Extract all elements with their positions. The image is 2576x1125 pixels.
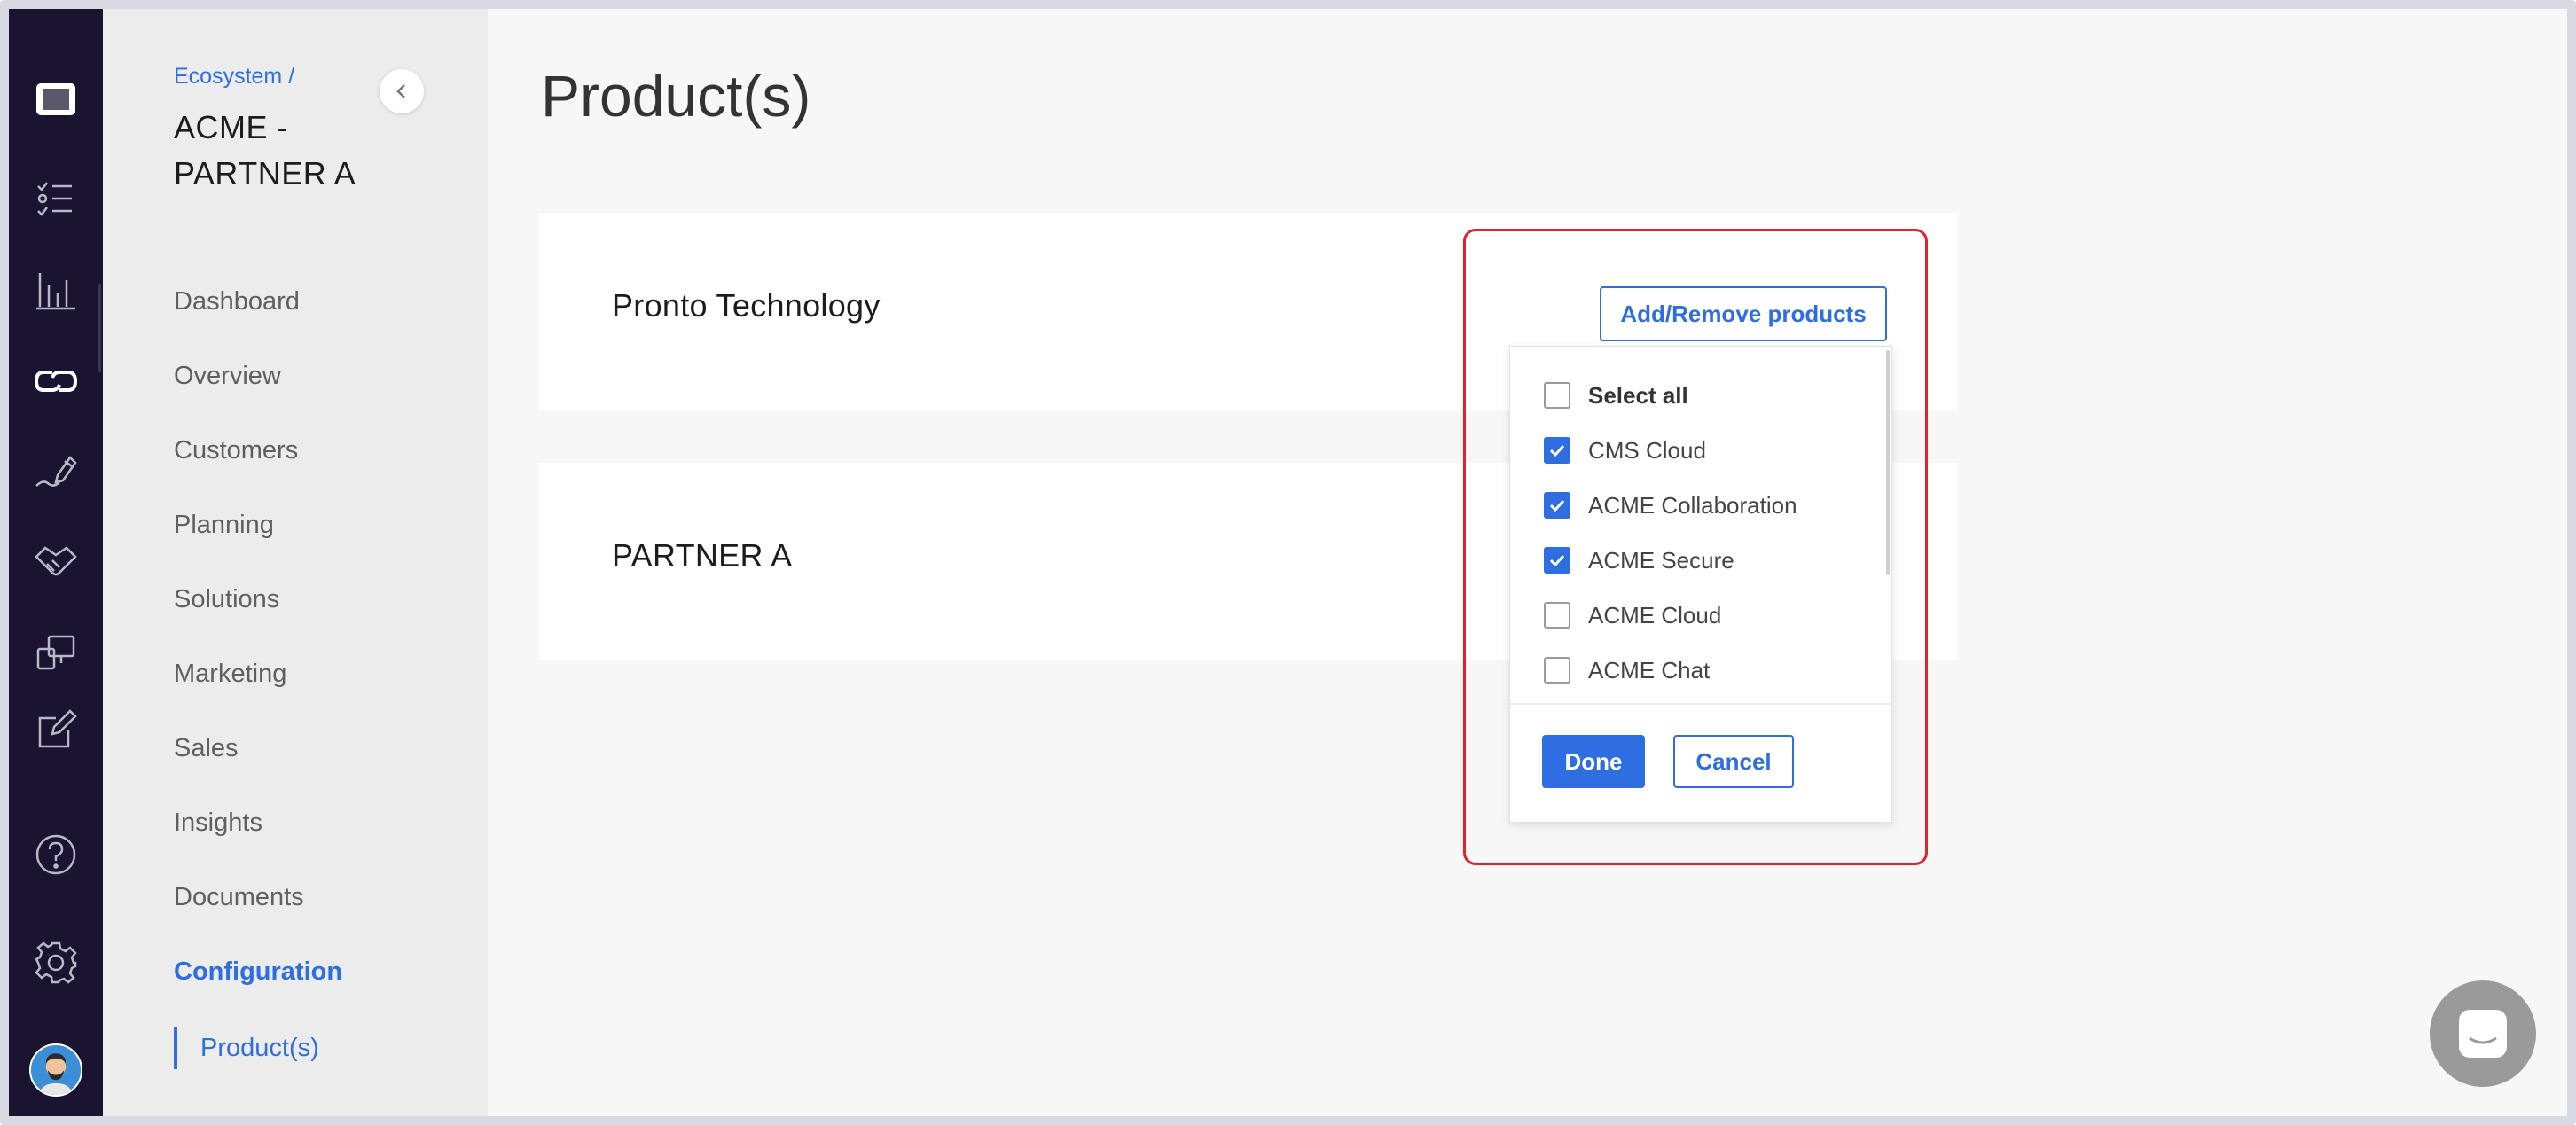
app-window: Ecosystem / ACME - PARTNER A Dashboard O… <box>0 0 2576 1125</box>
nav-item-dashboard[interactable]: Dashboard <box>174 282 342 356</box>
cancel-button[interactable]: Cancel <box>1673 735 1794 788</box>
section-nav: Dashboard Overview Customers Planning So… <box>174 282 342 1027</box>
nav-subitem-products[interactable]: Product(s) <box>174 1027 319 1069</box>
nav-item-overview[interactable]: Overview <box>174 356 342 431</box>
option-label: ACME Collaboration <box>1588 491 1797 519</box>
user-avatar[interactable] <box>29 1043 82 1097</box>
checkbox[interactable] <box>1544 602 1570 629</box>
add-remove-products-button[interactable]: Add/Remove products <box>1600 286 1887 341</box>
option-select-all[interactable]: Select all <box>1510 368 1891 423</box>
option-acme-chat[interactable]: ACME Chat <box>1510 643 1891 698</box>
chat-icon <box>2459 1010 2507 1058</box>
devices-icon[interactable] <box>31 628 81 677</box>
breadcrumb[interactable]: Ecosystem / <box>174 64 294 90</box>
dropdown-divider <box>1510 703 1891 705</box>
chevron-left-icon <box>396 84 405 98</box>
checkbox[interactable] <box>1544 382 1570 409</box>
section-sidebar: Ecosystem / ACME - PARTNER A Dashboard O… <box>103 9 488 1116</box>
ecosystem-icon[interactable] <box>31 356 81 406</box>
option-label: ACME Chat <box>1588 656 1711 684</box>
settings-icon[interactable] <box>31 938 81 988</box>
products-dropdown: Select all CMS Cloud ACME Collaboration … <box>1509 346 1892 823</box>
checkbox[interactable] <box>1544 657 1570 684</box>
chat-launcher-button[interactable] <box>2430 980 2536 1087</box>
help-icon[interactable] <box>31 830 81 879</box>
nav-item-insights[interactable]: Insights <box>174 803 342 878</box>
option-label: Select all <box>1588 381 1688 409</box>
checkmark-icon <box>1549 554 1565 567</box>
collapse-sidebar-button[interactable] <box>380 69 424 113</box>
card-title: Pronto Technology <box>612 287 881 324</box>
edit-icon[interactable] <box>31 706 81 755</box>
nav-item-configuration[interactable]: Configuration <box>174 952 342 1027</box>
checkmark-icon <box>1549 499 1565 512</box>
nav-item-customers[interactable]: Customers <box>174 431 342 505</box>
done-button[interactable]: Done <box>1542 735 1645 788</box>
analytics-icon[interactable] <box>31 266 81 316</box>
nav-item-marketing[interactable]: Marketing <box>174 654 342 729</box>
nav-item-planning[interactable]: Planning <box>174 505 342 580</box>
checkbox[interactable] <box>1544 437 1570 464</box>
page-title: Product(s) <box>541 63 811 129</box>
rail-active-indicator <box>98 284 101 372</box>
nav-item-sales[interactable]: Sales <box>174 729 342 803</box>
nav-item-solutions[interactable]: Solutions <box>174 580 342 654</box>
nav-item-documents[interactable]: Documents <box>174 878 342 952</box>
option-label: CMS Cloud <box>1588 436 1706 464</box>
option-label: ACME Secure <box>1588 546 1734 574</box>
tasks-icon[interactable] <box>31 174 81 223</box>
card-title: PARTNER A <box>612 537 793 574</box>
sign-icon[interactable] <box>31 447 81 496</box>
checkbox[interactable] <box>1544 492 1570 519</box>
org-title: ACME - PARTNER A <box>174 109 356 191</box>
option-cms-cloud[interactable]: CMS Cloud <box>1510 423 1891 478</box>
options-list: Select all CMS Cloud ACME Collaboration … <box>1510 368 1891 698</box>
app-logo-icon[interactable] <box>31 74 81 124</box>
checkmark-icon <box>1549 444 1565 457</box>
option-acme-cloud[interactable]: ACME Cloud <box>1510 588 1891 643</box>
option-label: ACME Cloud <box>1588 601 1722 629</box>
checkbox[interactable] <box>1544 547 1570 574</box>
icon-rail <box>9 9 103 1116</box>
option-acme-secure[interactable]: ACME Secure <box>1510 533 1891 588</box>
partners-icon[interactable] <box>31 537 81 587</box>
option-acme-collaboration[interactable]: ACME Collaboration <box>1510 478 1891 533</box>
